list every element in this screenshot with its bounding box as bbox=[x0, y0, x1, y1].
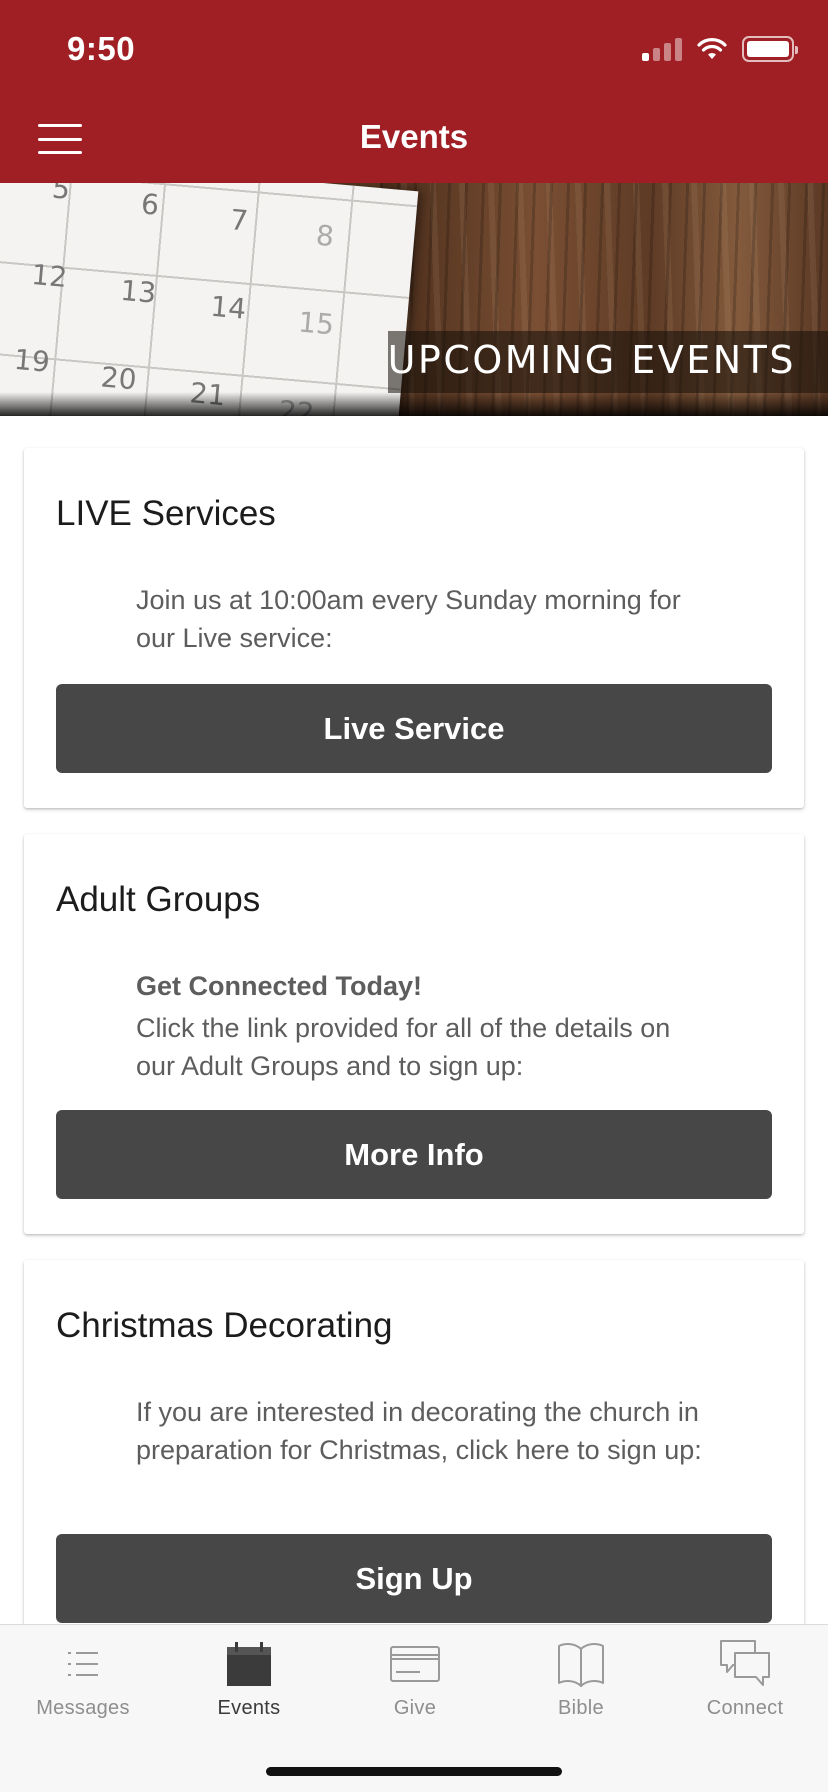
calendar-number: 13 bbox=[119, 273, 158, 310]
calendar-number: 7 bbox=[228, 203, 250, 238]
event-title: Adult Groups bbox=[56, 880, 261, 919]
events-list[interactable]: LIVE Services Join us at 10:00am every S… bbox=[0, 416, 828, 1624]
sign-up-button[interactable]: Sign Up bbox=[56, 1534, 772, 1623]
banner-shadow bbox=[0, 392, 828, 416]
event-description: If you are interested in decorating the … bbox=[136, 1393, 716, 1469]
event-title: Christmas Decorating bbox=[56, 1306, 393, 1345]
tab-label: Connect bbox=[706, 1697, 784, 1719]
event-card-christmas-decorating: Christmas Decorating If you are interest… bbox=[24, 1260, 804, 1624]
page-title: Events bbox=[359, 118, 469, 155]
event-description-text: Join us at 10:00am every Sunday morning … bbox=[136, 585, 681, 653]
event-description: Join us at 10:00am every Sunday morning … bbox=[136, 581, 716, 657]
tab-give[interactable]: Give bbox=[332, 1635, 498, 1735]
tab-bible[interactable]: Bible bbox=[498, 1635, 664, 1735]
event-highlight: Get Connected Today! bbox=[136, 971, 423, 1001]
battery-icon bbox=[742, 36, 798, 62]
calendar-number: 6 bbox=[139, 187, 161, 222]
status-time: 9:50 bbox=[67, 30, 136, 67]
tab-label: Messages bbox=[36, 1697, 130, 1719]
tab-events[interactable]: Events bbox=[166, 1635, 332, 1735]
live-service-button[interactable]: Live Service bbox=[56, 684, 772, 773]
events-banner: 5 6 7 8 12 13 14 15 19 20 21 22 UPCOMING… bbox=[0, 183, 828, 416]
calendar-number: 12 bbox=[30, 258, 69, 295]
event-description-text: If you are interested in decorating the … bbox=[136, 1397, 702, 1465]
event-card-adult-groups: Adult Groups Get Connected Today! Click … bbox=[24, 834, 804, 1234]
event-description-text: Click the link provided for all of the d… bbox=[136, 1013, 671, 1081]
wifi-icon bbox=[697, 38, 727, 59]
banner-label: UPCOMING EVENTS bbox=[387, 338, 796, 382]
more-info-button[interactable]: More Info bbox=[56, 1110, 772, 1199]
event-card-live-services: LIVE Services Join us at 10:00am every S… bbox=[24, 448, 804, 808]
event-description: Get Connected Today! Click the link prov… bbox=[136, 967, 716, 1085]
calendar-number: 8 bbox=[314, 218, 336, 254]
calendar-number: 5 bbox=[50, 183, 72, 206]
tab-label: Bible bbox=[558, 1697, 604, 1719]
book-icon bbox=[498, 1635, 664, 1693]
tab-connect[interactable]: Connect bbox=[662, 1635, 828, 1735]
top-bar: 9:50 Events bbox=[0, 0, 828, 183]
tab-label: Events bbox=[217, 1697, 281, 1719]
status-icons bbox=[642, 36, 798, 62]
tab-messages[interactable]: Messages bbox=[0, 1635, 166, 1735]
calendar-image: 5 6 7 8 12 13 14 15 19 20 21 22 bbox=[0, 183, 419, 416]
tab-label: Give bbox=[393, 1697, 437, 1719]
home-indicator bbox=[266, 1767, 562, 1776]
event-title: LIVE Services bbox=[56, 494, 276, 533]
chat-bubbles-icon bbox=[662, 1635, 828, 1693]
calendar-number: 15 bbox=[297, 305, 336, 342]
calendar-number: 14 bbox=[209, 289, 248, 326]
card-icon bbox=[332, 1635, 498, 1693]
calendar-number: 19 bbox=[12, 342, 52, 379]
list-icon bbox=[0, 1635, 166, 1693]
calendar-icon bbox=[166, 1635, 332, 1693]
cellular-signal-icon bbox=[642, 37, 682, 61]
